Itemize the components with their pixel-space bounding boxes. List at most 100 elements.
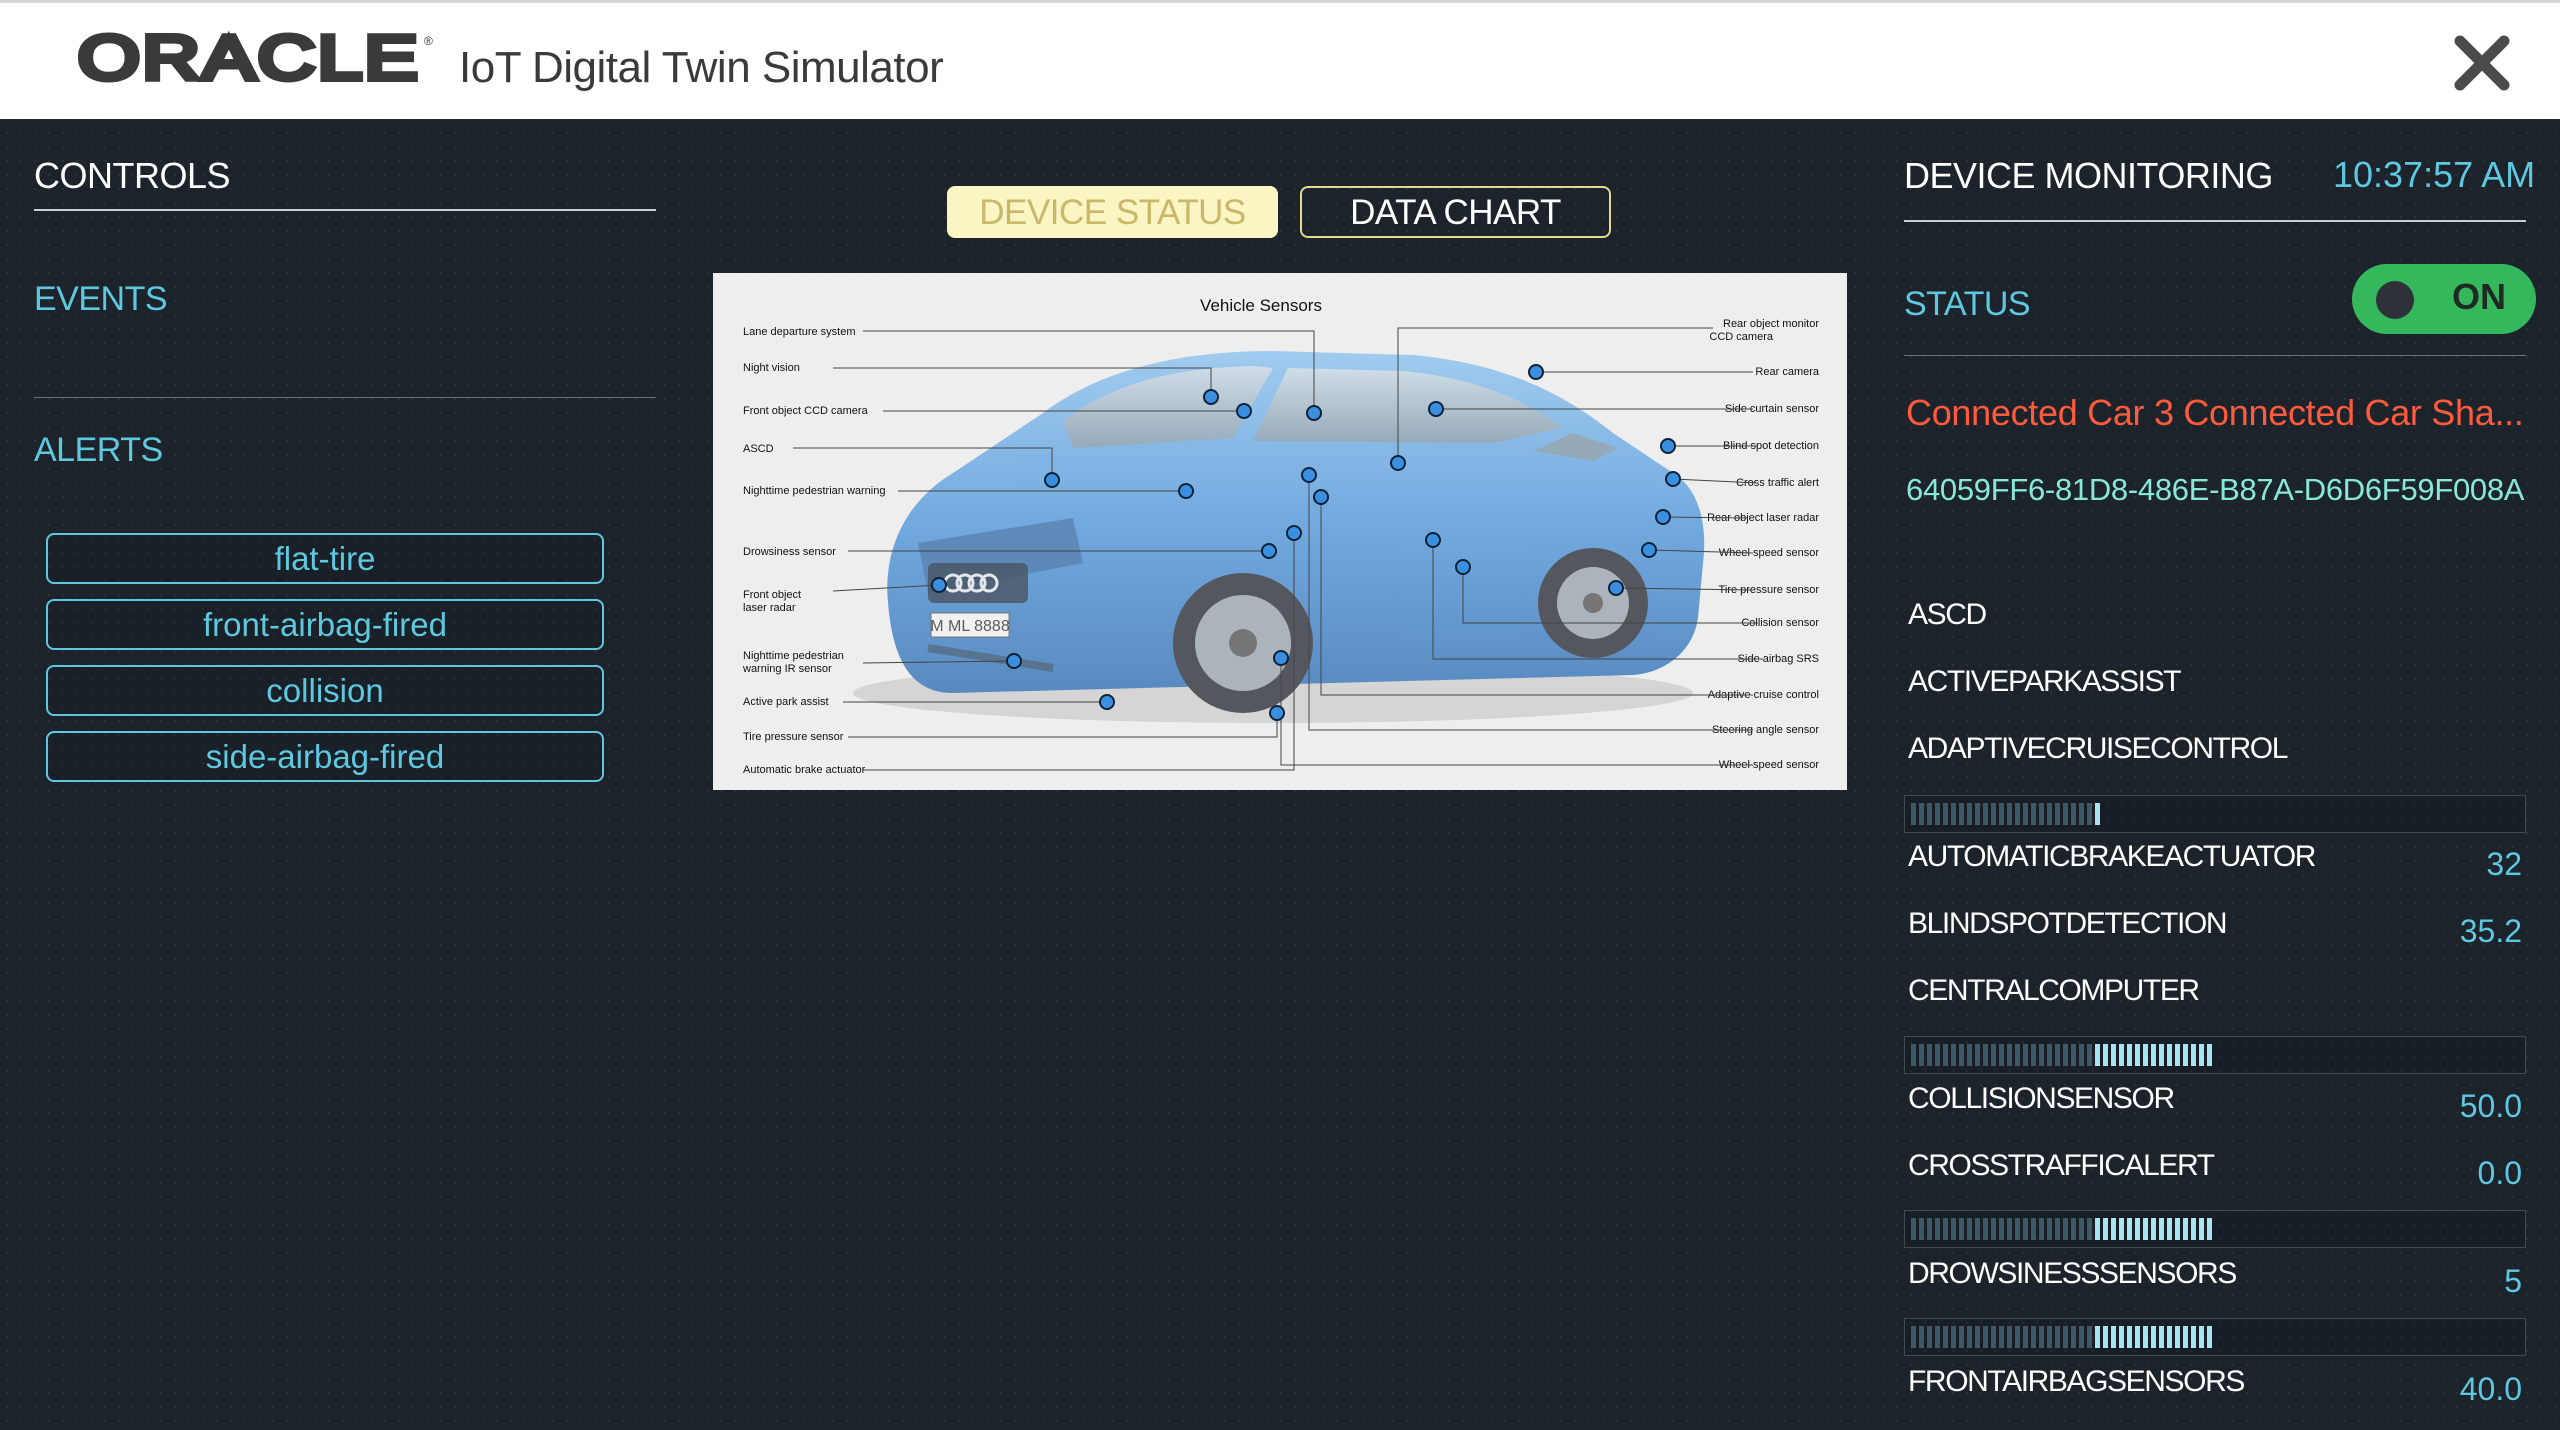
tab-data-chart[interactable]: DATA CHART xyxy=(1300,186,1611,238)
events-label[interactable]: EVENTS xyxy=(34,280,168,319)
gauge-segment xyxy=(2071,1326,2076,1348)
sensor-value-collisionsensor: 50.0 xyxy=(2459,1088,2522,1124)
gauge-segment xyxy=(2087,803,2092,825)
sensor-label-adaptivecruisecontrol: ADAPTIVECRUISECONTROL xyxy=(1908,732,2288,765)
gauge-segment xyxy=(2047,1044,2052,1066)
gauge-segment xyxy=(2023,1044,2028,1066)
gauge-segment xyxy=(2007,1218,2012,1240)
sensor-label-crosstrafficalert: CROSSTRAFFICALERT xyxy=(1908,1149,2215,1182)
gauge-segment xyxy=(2079,1044,2084,1066)
sensor-label-frontairbagsensors: FRONTAIRBAGSENSORS xyxy=(1908,1365,2245,1398)
right-sensor-labels: Rear object monitor CCD camera Rear came… xyxy=(1707,318,1820,771)
gauge-segment xyxy=(2119,1326,2124,1348)
gauge-segment xyxy=(2031,1044,2036,1066)
label-wheel-speed-1: Wheel speed sensor xyxy=(1719,547,1820,559)
gauge-segment xyxy=(1959,1326,1964,1348)
gauge-segment xyxy=(2167,1326,2172,1348)
sensor-value-blindspotdetection: 35.2 xyxy=(2459,913,2522,949)
gauge-segment xyxy=(2199,1326,2204,1348)
label-drowsiness: Drowsiness sensor xyxy=(743,546,836,558)
status-divider xyxy=(1904,355,2526,356)
gauge-segment xyxy=(1935,1326,1940,1348)
device-name: Connected Car 3 Connected Car Sha... xyxy=(1906,392,2524,433)
clock-time: 10:37:57 AM xyxy=(2333,154,2536,195)
gauge-segment xyxy=(2023,803,2028,825)
gauge-segment xyxy=(2111,1044,2116,1066)
sensor-label-centralcomputer: CENTRALCOMPUTER xyxy=(1908,974,2200,1007)
label-rear-ccd: CCD camera xyxy=(1709,331,1773,343)
gauge-segment xyxy=(2175,1218,2180,1240)
close-button[interactable] xyxy=(2452,33,2512,93)
sensor-value-crosstrafficalert: 0.0 xyxy=(2477,1155,2522,1191)
device-monitoring-title: DEVICE MONITORING xyxy=(1904,155,2273,196)
alert-flat-tire-button[interactable]: flat-tire xyxy=(46,533,604,584)
sensor-label-drowsinesssensors: DROWSINESSSENSORS xyxy=(1908,1257,2237,1290)
label-active-park: Active park assist xyxy=(743,696,829,708)
gauge-segment xyxy=(2095,1044,2100,1066)
sensor-label-blindspotdetection: BLINDSPOTDETECTION xyxy=(1908,907,2228,940)
toggle-label: ON xyxy=(2452,276,2506,317)
gauge-segment xyxy=(2031,1218,2036,1240)
alert-collision-button[interactable]: collision xyxy=(46,665,604,716)
diagram-title: Vehicle Sensors xyxy=(1200,296,1322,315)
gauge-segment xyxy=(2143,1218,2148,1240)
gauge-segment xyxy=(2167,1044,2172,1066)
gauge-segment xyxy=(2039,1218,2044,1240)
alerts-label[interactable]: ALERTS xyxy=(34,431,163,470)
app-title: IoT Digital Twin Simulator xyxy=(459,43,944,92)
gauge-segment xyxy=(2015,1218,2020,1240)
gauge-segment xyxy=(1919,1044,1924,1066)
gauge-segment xyxy=(1911,1044,1916,1066)
sensor-value-automaticbrakeactuator: 32 xyxy=(2486,846,2522,882)
gauge-segment xyxy=(1999,1218,2004,1240)
gauge-segment xyxy=(2135,1044,2140,1066)
gauge-segment xyxy=(1927,1218,1932,1240)
close-icon xyxy=(2454,35,2510,91)
gauge-segment xyxy=(2063,1326,2068,1348)
gauge-segment xyxy=(1943,1044,1948,1066)
gauge-segment xyxy=(2111,1326,2116,1348)
controls-title: CONTROLS xyxy=(34,155,231,196)
alert-front-airbag-fired-button[interactable]: front-airbag-fired xyxy=(46,599,604,650)
gauge-segment xyxy=(2095,1218,2100,1240)
gauge-segment xyxy=(2031,803,2036,825)
gauge-segment xyxy=(2103,1044,2108,1066)
gauge-segment xyxy=(1927,1326,1932,1348)
sensor-dot-rear-camera xyxy=(1528,364,1544,380)
gauge-segment xyxy=(2047,1326,2052,1348)
gauge-segment xyxy=(2175,1044,2180,1066)
gauge-segment xyxy=(1959,803,1964,825)
status-label: STATUS xyxy=(1904,285,2031,323)
sensor-label-ascd: ASCD xyxy=(1908,598,1987,631)
status-toggle[interactable]: ON xyxy=(2352,264,2536,334)
gauge-segment xyxy=(2175,1326,2180,1348)
gauge-segment xyxy=(2055,1044,2060,1066)
gauge-segment xyxy=(1943,1218,1948,1240)
gauge-segment xyxy=(1911,803,1916,825)
alert-side-airbag-fired-button[interactable]: side-airbag-fired xyxy=(46,731,604,782)
gauge-segment xyxy=(2127,1044,2132,1066)
sensor-dot-collision xyxy=(1455,559,1471,575)
gauge-segment xyxy=(2015,1326,2020,1348)
gauge-segment xyxy=(1935,1218,1940,1240)
sensor-dot-side-airbag xyxy=(1425,532,1441,548)
gauge-segment xyxy=(2183,1218,2188,1240)
drowsiness-gauge xyxy=(1904,1210,2526,1248)
sensor-dot-park-assist xyxy=(1099,694,1115,710)
gauge-segment xyxy=(2159,1218,2164,1240)
gauge-segment xyxy=(2039,1044,2044,1066)
gauge-segment xyxy=(2023,1326,2028,1348)
gauge-segment xyxy=(2007,1044,2012,1066)
gauge-segment xyxy=(2103,1326,2108,1348)
gauge-segment xyxy=(1975,1044,1980,1066)
sensor-dot-night-vision xyxy=(1203,389,1219,405)
gauge-segment xyxy=(1991,1326,1996,1348)
gauge-segment xyxy=(2159,1326,2164,1348)
tab-device-status[interactable]: DEVICE STATUS xyxy=(947,186,1278,238)
collision-gauge xyxy=(1904,1036,2526,1074)
device-id: 64059FF6-81D8-486E-B87A-D6D6F59F008A xyxy=(1906,472,2525,507)
sensor-label-collisionsensor: COLLISIONSENSOR xyxy=(1908,1082,2175,1115)
gauge-segment xyxy=(2127,1218,2132,1240)
gauge-segment xyxy=(2087,1326,2092,1348)
gauge-segment xyxy=(2151,1044,2156,1066)
